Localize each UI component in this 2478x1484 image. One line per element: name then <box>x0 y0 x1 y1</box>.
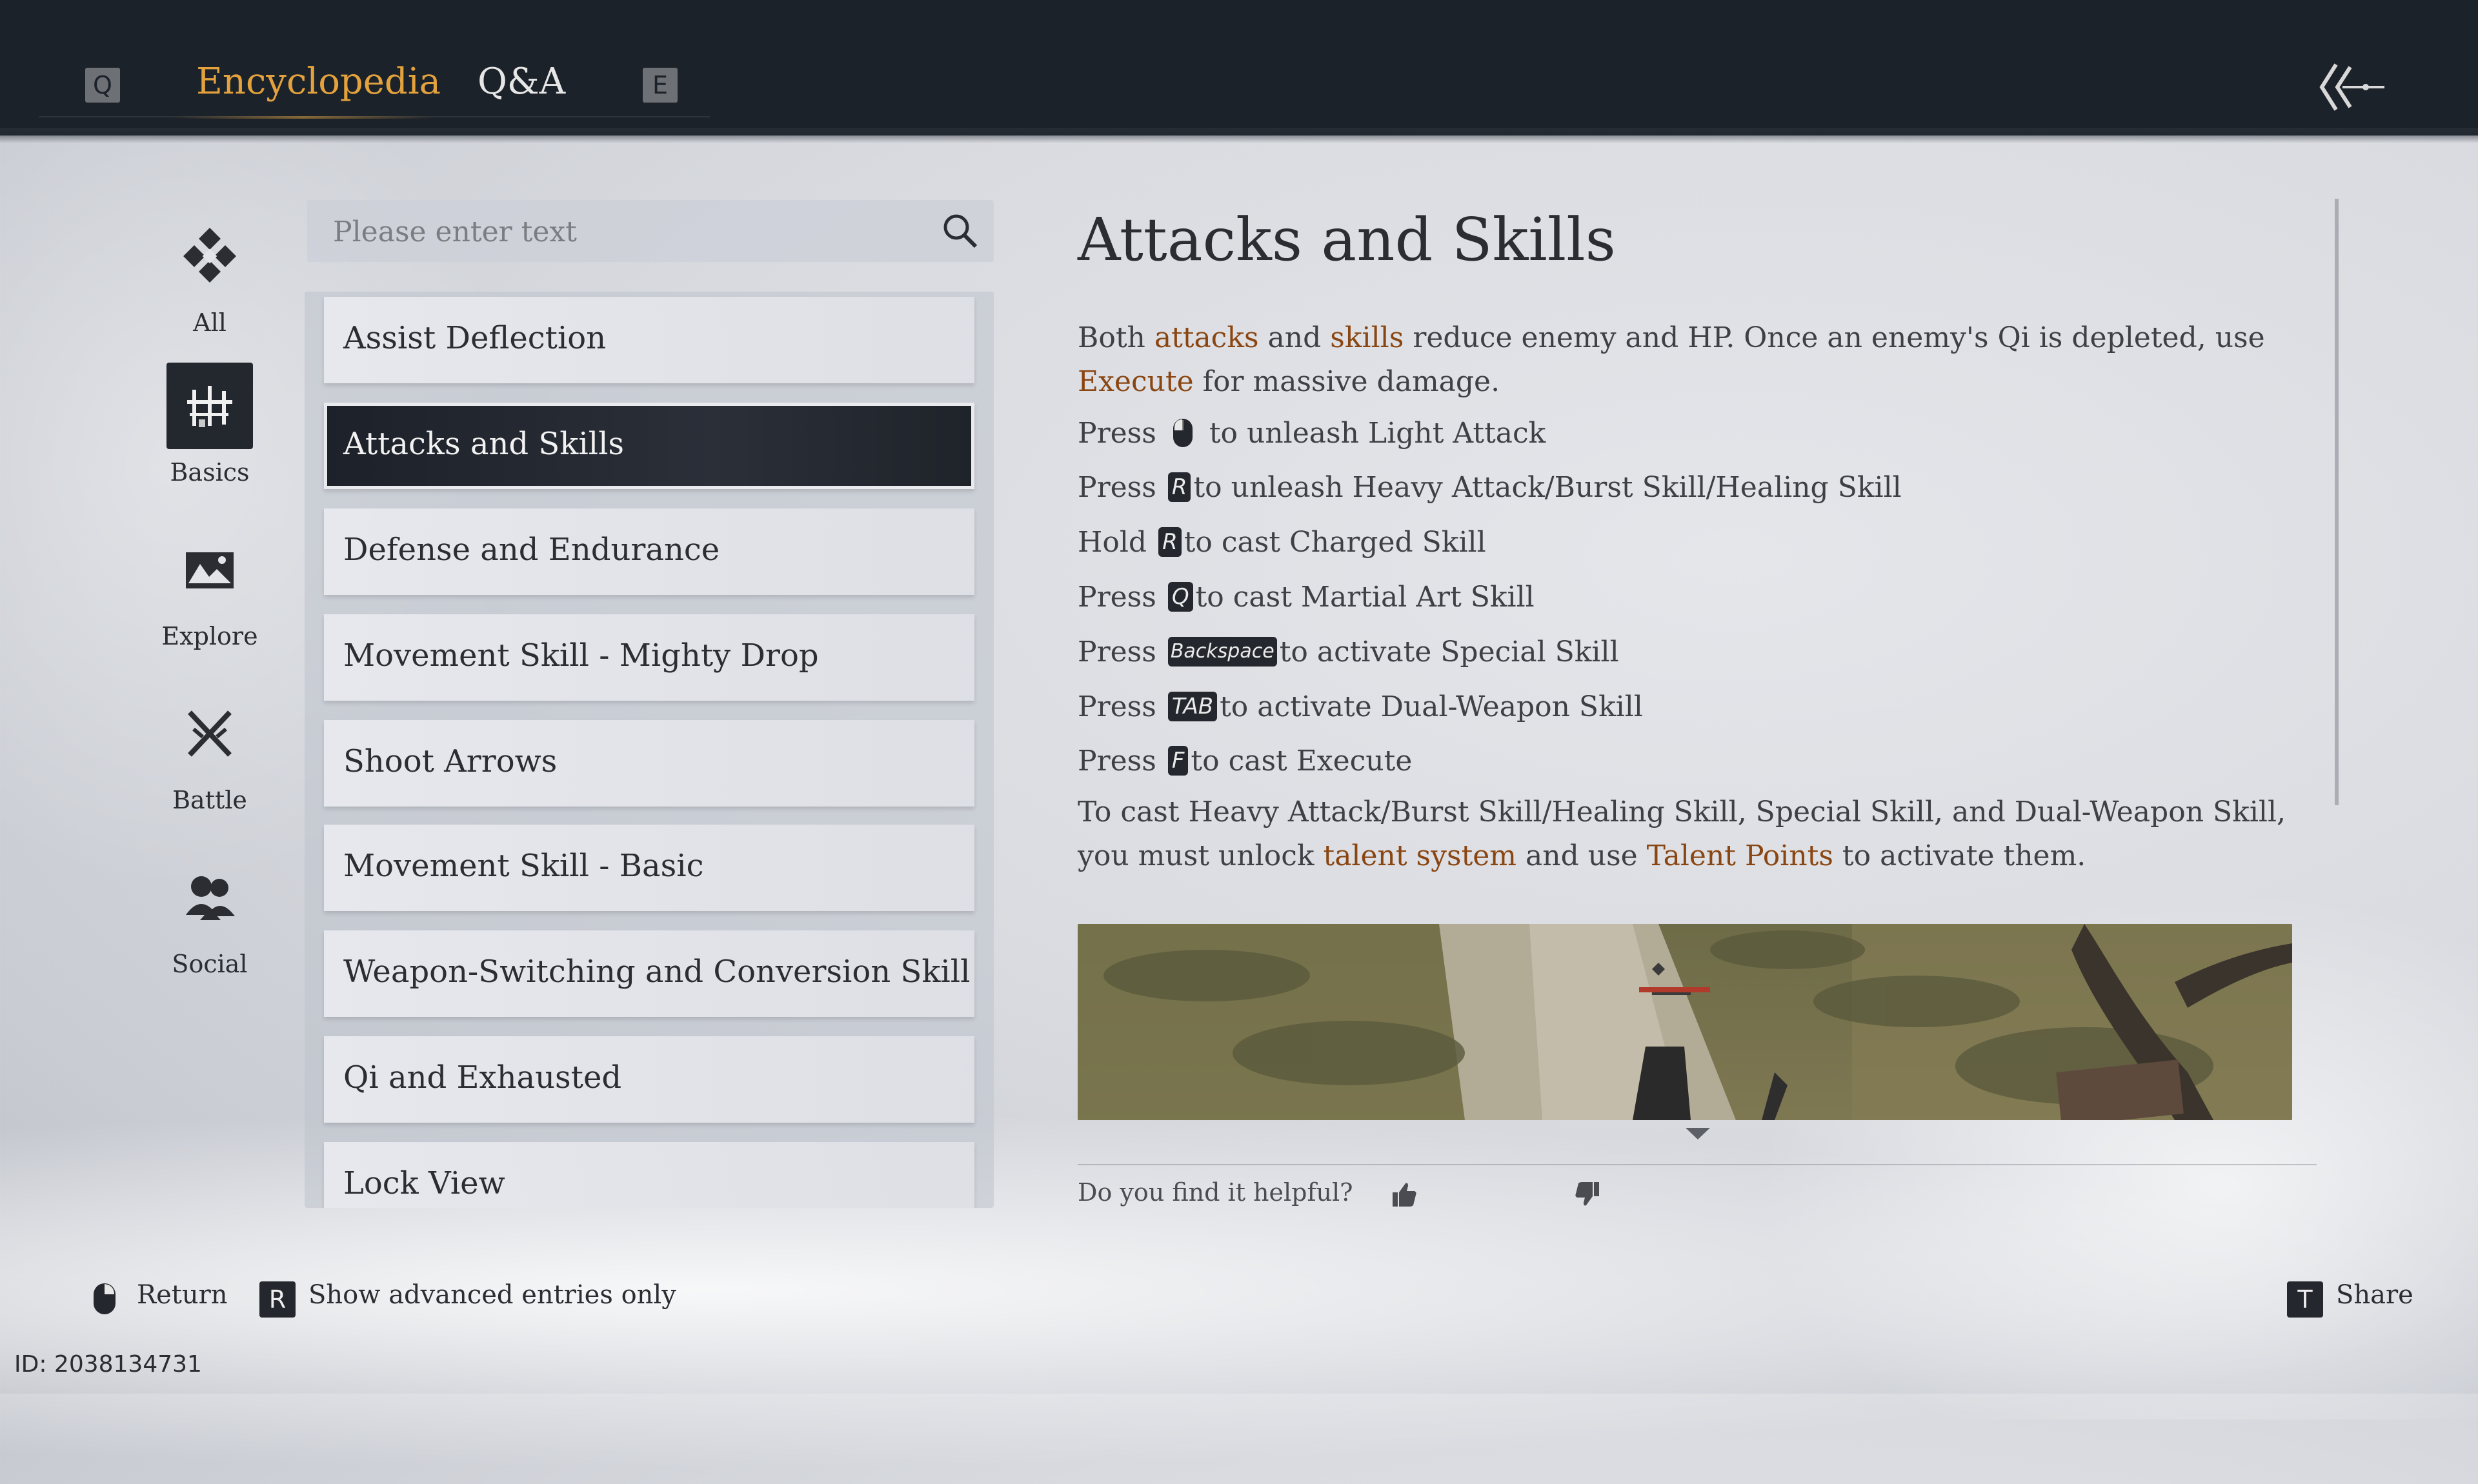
control-line-special-skill: Press Backspace to activate Special Skill <box>1078 636 1619 668</box>
category-label: Battle <box>172 786 247 814</box>
category-label: All <box>193 308 227 337</box>
return-button[interactable]: Return <box>137 1280 228 1310</box>
key-q: Q <box>1167 581 1193 612</box>
link-execute[interactable]: Execute <box>1078 365 1194 398</box>
category-label: Basics <box>170 458 250 486</box>
advanced-key: R <box>259 1281 296 1318</box>
category-explore[interactable]: Explore <box>152 526 268 650</box>
list-item[interactable]: Weapon-Switching and Conversion Skill <box>324 930 974 1017</box>
list-item[interactable]: Defense and Endurance <box>324 508 974 595</box>
category-basics[interactable]: Basics <box>152 363 268 486</box>
control-line-execute: Press Fto cast Execute <box>1078 745 1413 777</box>
thumbs-up-icon[interactable] <box>1389 1179 1418 1209</box>
link-skills[interactable]: skills <box>1330 321 1404 354</box>
prev-tab-key[interactable]: Q <box>85 68 120 103</box>
link-talent-system[interactable]: talent system <box>1324 839 1517 872</box>
list-item[interactable]: Movement Skill - Basic <box>324 825 974 911</box>
key-tab: TAB <box>1167 691 1218 721</box>
article-intro: Both attacks and skills reduce enemy and… <box>1078 321 2265 398</box>
list-item[interactable]: Shoot Arrows <box>324 720 974 807</box>
share-button[interactable]: Share <box>2336 1280 2413 1310</box>
list-item[interactable]: Movement Skill - Mighty Drop <box>324 614 974 701</box>
article-scrollbar[interactable] <box>2335 199 2339 805</box>
thumbs-down-icon[interactable] <box>1573 1179 1603 1209</box>
back-arrow-icon <box>2319 63 2384 111</box>
next-tab-key[interactable]: E <box>643 68 678 103</box>
key-r: R <box>1167 472 1191 502</box>
tab-encyclopedia[interactable]: Encyclopedia <box>196 59 441 105</box>
control-line-charged-skill: Hold Rto cast Charged Skill <box>1078 526 1486 559</box>
control-line-dual-weapon: Press TAB to activate Dual-Weapon Skill <box>1078 690 1643 723</box>
key-f: F <box>1167 745 1189 776</box>
mouse-right-icon <box>94 1283 116 1314</box>
key-r: R <box>1158 526 1182 557</box>
category-battle[interactable]: Battle <box>152 690 268 814</box>
feedback-divider <box>1078 1164 2317 1165</box>
gameplay-preview-image <box>1078 924 2292 1120</box>
category-label: Explore <box>161 622 258 650</box>
control-line-light-attack: Press to unleash Light Attack <box>1078 417 1546 450</box>
category-social[interactable]: Social <box>152 854 268 978</box>
share-key: T <box>2287 1281 2323 1318</box>
list-item-selected[interactable]: Attacks and Skills <box>324 403 974 489</box>
feedback-question: Do you find it helpful? <box>1078 1178 1353 1207</box>
link-talent-points[interactable]: Talent Points <box>1647 839 1833 872</box>
list-item[interactable]: Qi and Exhausted <box>324 1036 974 1123</box>
control-line-martial-art: Press Qto cast Martial Art Skill <box>1078 581 1535 614</box>
article-title: Attacks and Skills <box>1078 205 1616 274</box>
entry-list[interactable]: Assist Deflection Attacks and Skills Def… <box>305 292 994 1208</box>
social-people-icon <box>166 854 253 941</box>
category-all[interactable]: All <box>152 213 268 337</box>
mouse-left-icon <box>1173 418 1193 447</box>
crossed-swords-icon <box>166 690 253 777</box>
key-backspace: Backspace <box>1167 636 1277 667</box>
article-outro: To cast Heavy Attack/Burst Skill/Healing… <box>1078 796 2286 872</box>
search-input[interactable] <box>332 210 915 253</box>
link-attacks[interactable]: attacks <box>1154 321 1259 354</box>
player-uid: ID: 2038134731 <box>14 1351 202 1378</box>
basics-icon <box>166 363 253 449</box>
list-item[interactable]: Lock View <box>324 1142 974 1208</box>
top-bar-brush-edge <box>0 128 2478 143</box>
back-button[interactable] <box>2317 58 2388 116</box>
list-item[interactable]: Assist Deflection <box>324 297 974 383</box>
show-advanced-toggle[interactable]: Show advanced entries only <box>308 1280 676 1310</box>
category-label: Social <box>172 950 248 978</box>
expand-down-icon[interactable] <box>1683 1125 1713 1142</box>
control-line-heavy-attack: Press Rto unleash Heavy Attack/Burst Ski… <box>1078 471 1902 504</box>
all-diamond-icon <box>166 213 253 299</box>
search-bar <box>307 200 994 262</box>
explore-landscape-icon <box>166 526 253 613</box>
active-tab-indicator <box>174 116 432 119</box>
search-icon[interactable] <box>940 210 981 252</box>
tab-qa[interactable]: Q&A <box>478 59 565 105</box>
